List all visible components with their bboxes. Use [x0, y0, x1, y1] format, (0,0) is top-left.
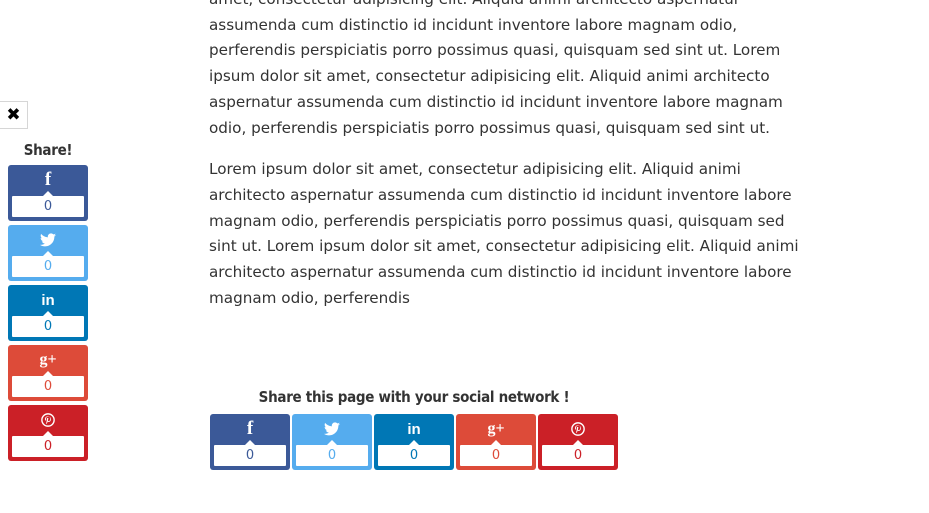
linkedin-icon: in	[41, 291, 55, 309]
facebook-icon: f	[44, 169, 52, 190]
share-count: 0	[12, 371, 84, 397]
share-count: 0	[296, 440, 368, 466]
side-linkedin-share-button[interactable]: in 0	[8, 285, 88, 341]
side-share-bar: f 0 0 in 0 g+ 0 0	[8, 165, 88, 465]
share-count: 0	[12, 251, 84, 277]
bottom-twitter-share-button[interactable]: 0	[292, 414, 372, 470]
linkedin-icon: in	[407, 420, 421, 438]
share-count: 0	[378, 440, 450, 466]
side-googleplus-share-button[interactable]: g+ 0	[8, 345, 88, 401]
side-facebook-share-button[interactable]: f0	[8, 165, 88, 221]
twitter-icon	[292, 418, 372, 440]
facebook-icon: f	[246, 418, 254, 439]
share-count: 0	[12, 311, 84, 337]
bottom-linkedin-share-button[interactable]: in 0	[374, 414, 454, 470]
pinterest-icon	[538, 418, 618, 440]
google-plus-icon: g+	[39, 351, 57, 368]
bottom-googleplus-share-button[interactable]: g+ 0	[456, 414, 536, 470]
article-paragraph: Lorem ipsum dolor sit amet, consectetur …	[209, 160, 799, 307]
bottom-share-bar: f 0 0 in 0 g+ 0 0	[210, 414, 618, 470]
article-body: amet, consectetur adipisicing elit. Aliq…	[209, 0, 809, 327]
article-paragraph: amet, consectetur adipisicing elit. Aliq…	[209, 0, 783, 137]
share-count: 0	[542, 440, 614, 466]
twitter-icon	[8, 229, 88, 251]
share-count: 0	[12, 191, 84, 217]
page: amet, consectetur adipisicing elit. Aliq…	[0, 0, 929, 513]
close-icon: ✖	[6, 105, 21, 125]
bottom-facebook-share-button[interactable]: f0	[210, 414, 290, 470]
side-twitter-share-button[interactable]: 0	[8, 225, 88, 281]
share-count: 0	[214, 440, 286, 466]
bottom-share-title: Share this page with your social network…	[258, 388, 570, 406]
side-pinterest-share-button[interactable]: 0	[8, 405, 88, 461]
share-count: 0	[12, 431, 84, 457]
side-share-title: Share!	[23, 141, 73, 159]
google-plus-icon: g+	[487, 420, 505, 437]
bottom-pinterest-share-button[interactable]: 0	[538, 414, 618, 470]
close-share-bar-button[interactable]: ✖	[0, 101, 28, 129]
pinterest-icon	[8, 409, 88, 431]
share-count: 0	[460, 440, 532, 466]
